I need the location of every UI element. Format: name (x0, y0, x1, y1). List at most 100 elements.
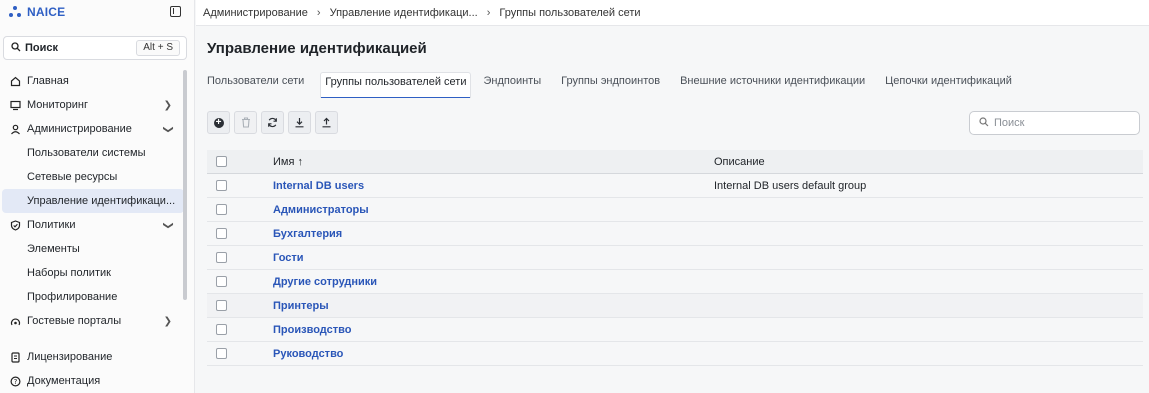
refresh-icon (268, 117, 277, 128)
app-name: NAICE (27, 5, 66, 19)
shield-icon (9, 219, 21, 231)
sidebar-item-identity-management[interactable]: Управление идентификаци... (2, 189, 184, 213)
table-row[interactable]: Другие сотрудники (207, 270, 1143, 294)
sidebar-item-documentation[interactable]: ? Документация (0, 369, 184, 393)
row-checkbox[interactable] (216, 180, 227, 191)
download-icon (295, 118, 304, 128)
table-search-input[interactable]: Поиск (969, 111, 1140, 135)
upload-icon (322, 117, 331, 128)
delete-button[interactable] (234, 111, 257, 134)
table-row[interactable]: Принтеры (207, 294, 1143, 318)
tab-network-users[interactable]: Пользователи сети (207, 72, 304, 100)
row-checkbox[interactable] (216, 324, 227, 335)
group-name-link[interactable]: Другие сотрудники (273, 276, 377, 288)
groups-table: Имя ↑ Описание Internal DB users Interna… (207, 150, 1143, 366)
table-row[interactable]: Гости (207, 246, 1143, 270)
home-icon (9, 75, 21, 87)
tab-endpoints[interactable]: Эндпоинты (483, 72, 541, 100)
sidebar-item-label: Элементы (27, 243, 80, 255)
export-button[interactable] (288, 111, 311, 134)
row-checkbox[interactable] (216, 348, 227, 359)
svg-text:?: ? (13, 378, 17, 386)
group-name-link[interactable]: Администраторы (273, 204, 369, 216)
group-name-link[interactable]: Internal DB users (273, 180, 364, 192)
sidebar-item-administration[interactable]: Администрирование ❯ (0, 117, 184, 141)
refresh-button[interactable] (261, 111, 284, 134)
row-checkbox[interactable] (216, 276, 227, 287)
chevron-down-icon: ❯ (162, 125, 174, 134)
sidebar-item-policies[interactable]: Политики ❯ (0, 213, 184, 237)
sidebar-item-licensing[interactable]: Лицензирование (0, 345, 184, 369)
chevron-down-icon: ❯ (162, 221, 174, 230)
chevron-right-icon: ❯ (163, 316, 172, 327)
row-checkbox[interactable] (216, 204, 227, 215)
sidebar-item-profiling[interactable]: Профилирование (0, 285, 184, 309)
trash-icon (241, 117, 250, 128)
group-name-link[interactable]: Принтеры (273, 300, 329, 312)
table-row[interactable]: Производство (207, 318, 1143, 342)
table-toolbar: + (207, 111, 338, 134)
chevron-right-icon: › (486, 6, 491, 19)
group-description: Internal DB users default group (714, 180, 867, 192)
search-placeholder: Поиск (994, 117, 1025, 129)
breadcrumb-item[interactable]: Управление идентификаци... (330, 7, 478, 19)
app-logo[interactable]: NAICE (9, 4, 65, 20)
row-checkbox[interactable] (216, 252, 227, 263)
sidebar-item-label: Главная (27, 75, 69, 87)
sidebar-item-network-resources[interactable]: Сетевые ресурсы (0, 165, 184, 189)
row-checkbox[interactable] (216, 300, 227, 311)
tab-external-identity-sources[interactable]: Внешние источники идентификации (680, 72, 865, 100)
sidebar-item-system-users[interactable]: Пользователи системы (0, 141, 184, 165)
sidebar-item-label: Администрирование (27, 123, 132, 135)
add-button[interactable]: + (207, 111, 230, 134)
column-header-name[interactable]: Имя ↑ (273, 156, 303, 168)
sidebar-item-home[interactable]: Главная (0, 69, 184, 93)
sidebar: NAICE Поиск Alt + S Главная Мониторинг ❯… (0, 0, 195, 393)
tab-endpoint-groups[interactable]: Группы эндпоинтов (561, 72, 660, 100)
group-name-link[interactable]: Гости (273, 252, 304, 264)
search-icon (11, 41, 21, 55)
tab-bar: Пользователи сети Группы пользователей с… (207, 72, 1032, 100)
table-row[interactable]: Internal DB users Internal DB users defa… (207, 174, 1143, 198)
sidebar-item-policy-sets[interactable]: Наборы политик (0, 261, 184, 285)
help-icon: ? (9, 375, 21, 387)
table-row[interactable]: Бухгалтерия (207, 222, 1143, 246)
tab-identity-chains[interactable]: Цепочки идентификаций (885, 72, 1012, 100)
table-header-row: Имя ↑ Описание (207, 150, 1143, 174)
sidebar-collapse-icon[interactable] (170, 6, 181, 17)
column-header-description[interactable]: Описание (714, 156, 765, 168)
table-row[interactable]: Руководство (207, 342, 1143, 366)
user-icon (9, 123, 21, 135)
sidebar-item-label: Мониторинг (27, 99, 89, 111)
select-all-checkbox[interactable] (216, 156, 227, 167)
search-icon (979, 116, 989, 130)
breadcrumb: Администрирование › Управление идентифик… (196, 0, 1149, 26)
plus-circle-icon: + (213, 117, 224, 128)
sidebar-item-label: Гостевые порталы (27, 315, 122, 327)
breadcrumb-current: Группы пользователей сети (499, 6, 641, 19)
sidebar-item-monitoring[interactable]: Мониторинг ❯ (0, 93, 184, 117)
group-name-link[interactable]: Бухгалтерия (273, 228, 342, 240)
sidebar-item-label: Пользователи системы (27, 147, 146, 159)
chevron-right-icon: ❯ (163, 100, 172, 111)
sidebar-nav: Главная Мониторинг ❯ Администрирование ❯… (0, 69, 184, 393)
table-row[interactable]: Администраторы (207, 198, 1143, 222)
row-checkbox[interactable] (216, 228, 227, 239)
sidebar-item-elements[interactable]: Элементы (0, 237, 184, 261)
license-icon (9, 351, 21, 363)
sidebar-item-label: Управление идентификаци... (27, 195, 176, 207)
tab-network-user-groups[interactable]: Группы пользователей сети (320, 72, 472, 98)
sidebar-item-label: Лицензирование (27, 351, 113, 363)
portal-icon (9, 315, 21, 327)
import-button[interactable] (315, 111, 338, 134)
breadcrumb-item[interactable]: Администрирование (203, 7, 308, 19)
group-name-link[interactable]: Производство (273, 324, 351, 336)
sidebar-item-guest-portals[interactable]: Гостевые порталы ❯ (0, 309, 184, 333)
logo-icon (9, 6, 21, 18)
monitor-icon (9, 99, 21, 111)
sidebar-scrollbar[interactable] (183, 70, 187, 300)
sidebar-item-label: Наборы политик (27, 267, 111, 279)
sidebar-search[interactable]: Поиск Alt + S (3, 36, 187, 60)
chevron-right-icon: › (316, 6, 321, 19)
group-name-link[interactable]: Руководство (273, 348, 343, 360)
